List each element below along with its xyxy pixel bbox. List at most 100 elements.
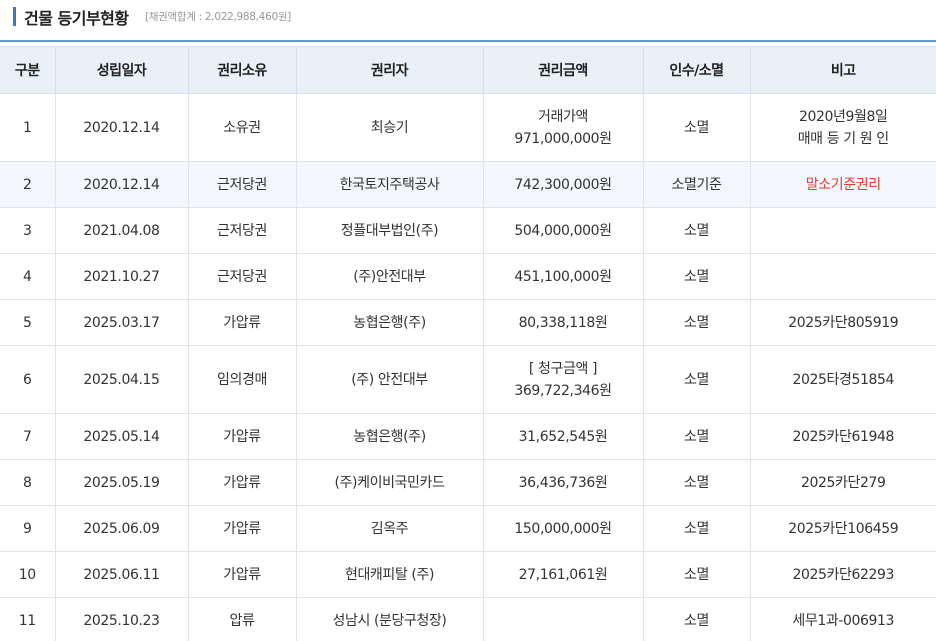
cell-holder: (주) 안전대부: [296, 345, 484, 414]
table-header-row: 구분 성립일자 권리소유 권리자 권리금액 인수/소멸 비고: [0, 46, 936, 94]
cell-status: 소멸: [643, 505, 751, 552]
cell-holder: 농협은행(주): [296, 299, 484, 346]
table-row: 11 2025.10.23 압류 성남시 (분당구청장) 소멸 세무1과-006…: [0, 597, 936, 641]
column-header-note: 비고: [750, 46, 936, 94]
cell-no: 7: [0, 413, 56, 460]
cell-right-type: 근저당권: [188, 207, 297, 254]
amount-value: 971,000,000원: [514, 130, 612, 147]
cell-no: 1: [0, 93, 56, 162]
cell-holder: 농협은행(주): [296, 413, 484, 460]
cell-amount: [ 청구금액 ] 369,722,346원: [483, 345, 644, 414]
cell-status: 소멸: [643, 597, 751, 641]
column-header-amount: 권리금액: [483, 46, 644, 94]
cell-note: 세무1과-006913: [750, 597, 936, 641]
cell-no: 3: [0, 207, 56, 254]
cell-no: 2: [0, 161, 56, 208]
cell-holder: 김옥주: [296, 505, 484, 552]
cell-holder: 한국토지주택공사: [296, 161, 484, 208]
cell-note: 2025타경51854: [750, 345, 936, 414]
cell-right-type: 임의경매: [188, 345, 297, 414]
table-row: 3 2021.04.08 근저당권 정플대부법인(주) 504,000,000원…: [0, 207, 936, 254]
cell-right-type: 근저당권: [188, 253, 297, 300]
cell-date: 2025.10.23: [55, 597, 189, 641]
registry-table: 구분 성립일자 권리소유 권리자 권리금액 인수/소멸 비고 1 2020.12…: [0, 46, 936, 641]
cell-date: 2025.05.14: [55, 413, 189, 460]
cell-note: 2020년9월8일 매매 등 기 원 인: [750, 93, 936, 162]
cell-amount: 31,652,545원: [483, 413, 644, 460]
cell-status: 소멸: [643, 413, 751, 460]
cell-date: 2025.03.17: [55, 299, 189, 346]
column-header-date: 성립일자: [55, 46, 189, 94]
cell-right-type: 가압류: [188, 413, 297, 460]
claim-amount-value: 369,722,346원: [514, 382, 612, 399]
table-row: 1 2020.12.14 소유권 최승기 거래가액 971,000,000원 소…: [0, 93, 936, 162]
cell-amount: [483, 597, 644, 641]
amount-label: 거래가액: [538, 108, 588, 125]
cell-holder: (주)안전대부: [296, 253, 484, 300]
cell-right-type: 압류: [188, 597, 297, 641]
cell-holder: 성남시 (분당구청장): [296, 597, 484, 641]
cell-right-type: 가압류: [188, 505, 297, 552]
cell-no: 6: [0, 345, 56, 414]
cell-no: 4: [0, 253, 56, 300]
cell-status: 소멸: [643, 299, 751, 346]
cell-holder: 현대캐피탈 (주): [296, 551, 484, 598]
column-header-no: 구분: [0, 46, 56, 94]
cell-date: 2020.12.14: [55, 161, 189, 208]
cell-right-type: 소유권: [188, 93, 297, 162]
claim-total-summary: [채권액합계 : 2,022,988,460원]: [145, 11, 291, 23]
cell-right-type: 근저당권: [188, 161, 297, 208]
cell-status: 소멸기준: [643, 161, 751, 208]
column-header-right-type: 권리소유: [188, 46, 297, 94]
cell-amount: 504,000,000원: [483, 207, 644, 254]
section-accent-bar: [13, 7, 16, 26]
cell-amount: 451,100,000원: [483, 253, 644, 300]
cell-note: 2025카단279: [750, 459, 936, 506]
note-line: 2020년9월8일: [799, 108, 888, 125]
note-line: 매매 등 기 원 인: [797, 130, 889, 147]
claim-amount-label: [ 청구금액 ]: [528, 360, 598, 377]
cell-holder: (주)케이비국민카드: [296, 459, 484, 506]
column-header-status: 인수/소멸: [643, 46, 751, 94]
cell-amount: 27,161,061원: [483, 551, 644, 598]
cell-status: 소멸: [643, 459, 751, 506]
cell-note: [750, 253, 936, 300]
table-row: 8 2025.05.19 가압류 (주)케이비국민카드 36,436,736원 …: [0, 459, 936, 506]
section-title: 건물 등기부현황: [24, 9, 129, 28]
cell-note: [750, 207, 936, 254]
cell-note: 2025카단62293: [750, 551, 936, 598]
cell-right-type: 가압류: [188, 459, 297, 506]
cell-date: 2025.06.11: [55, 551, 189, 598]
cell-no: 5: [0, 299, 56, 346]
cell-right-type: 가압류: [188, 299, 297, 346]
section-header: 건물 등기부현황 [채권액합계 : 2,022,988,460원]: [0, 0, 936, 42]
cell-holder: 최승기: [296, 93, 484, 162]
cell-date: 2021.04.08: [55, 207, 189, 254]
cell-status: 소멸: [643, 207, 751, 254]
cell-no: 10: [0, 551, 56, 598]
cell-note: 2025카단805919: [750, 299, 936, 346]
cell-note: 2025카단61948: [750, 413, 936, 460]
cell-status: 소멸: [643, 93, 751, 162]
table-row: 6 2025.04.15 임의경매 (주) 안전대부 [ 청구금액 ] 369,…: [0, 345, 936, 414]
cell-date: 2025.04.15: [55, 345, 189, 414]
cell-no: 11: [0, 597, 56, 641]
cell-status: 소멸: [643, 345, 751, 414]
cell-date: 2020.12.14: [55, 93, 189, 162]
cell-status: 소멸: [643, 253, 751, 300]
cell-amount: 거래가액 971,000,000원: [483, 93, 644, 162]
cell-date: 2021.10.27: [55, 253, 189, 300]
table-row: 10 2025.06.11 가압류 현대캐피탈 (주) 27,161,061원 …: [0, 551, 936, 598]
table-row: 9 2025.06.09 가압류 김옥주 150,000,000원 소멸 202…: [0, 505, 936, 552]
cell-no: 8: [0, 459, 56, 506]
table-row: 7 2025.05.14 가압류 농협은행(주) 31,652,545원 소멸 …: [0, 413, 936, 460]
cell-date: 2025.06.09: [55, 505, 189, 552]
column-header-holder: 권리자: [296, 46, 484, 94]
cell-right-type: 가압류: [188, 551, 297, 598]
cell-date: 2025.05.19: [55, 459, 189, 506]
cell-no: 9: [0, 505, 56, 552]
cell-amount: 80,338,118원: [483, 299, 644, 346]
cell-note-base-right: 말소기준권리: [750, 161, 936, 208]
cell-holder: 정플대부법인(주): [296, 207, 484, 254]
table-row: 2 2020.12.14 근저당권 한국토지주택공사 742,300,000원 …: [0, 161, 936, 208]
